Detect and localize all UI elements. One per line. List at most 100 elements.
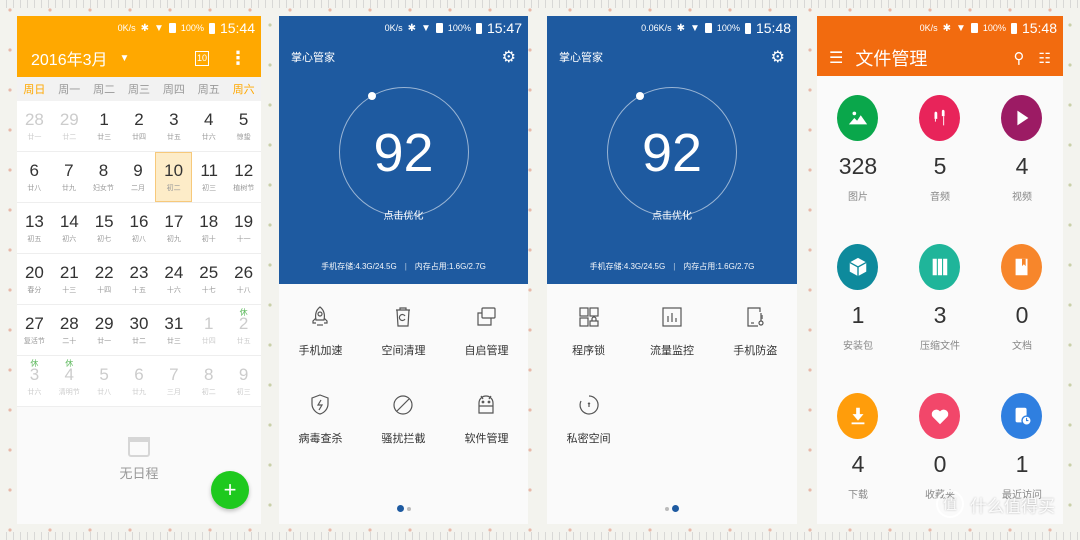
calendar-day[interactable]: 9 二月 [121,152,156,202]
page-dot[interactable] [406,506,411,511]
page-dot[interactable] [672,505,679,512]
calendar-day[interactable]: 休 4 清明节 [52,356,87,406]
calendar-day[interactable]: 17 初九 [156,203,191,253]
file-category-download[interactable]: 4 下载 [817,393,899,524]
calendar-day[interactable]: 11 初三 [192,152,227,202]
health-score[interactable]: 92 [279,126,528,180]
calendar-week-row: 6 廿八 7 廿九 8 妇女节 9 二月 10 初二 11 初三 12 植树节 [17,152,261,203]
calendar-day[interactable]: 1 廿三 [87,101,122,151]
chevron-down-icon[interactable]: ▼ [120,53,130,64]
calendar-day[interactable]: 31 廿三 [156,305,191,355]
calendar-day[interactable]: 24 十六 [156,254,191,304]
gear-icon[interactable]: ⚙ [771,47,785,67]
calendar-day[interactable]: 21 十三 [52,254,87,304]
lunar-date: 初九 [166,235,181,243]
calendar-day[interactable]: 5 廿八 [87,356,122,406]
calendar-day[interactable]: 休 3 廿六 [17,356,52,406]
calendar-day[interactable]: 28 廿一 [17,101,52,151]
stamp-border-top [0,0,1080,8]
file-category-document[interactable]: 0 文档 [981,244,1063,393]
gear-icon[interactable]: ⚙ [502,47,516,67]
health-score[interactable]: 92 [547,126,797,180]
calendar-day[interactable]: 8 妇女节 [86,152,121,202]
lunar-date: 廿四 [201,337,216,345]
lunar-date: 初三 [202,184,217,192]
tool-block[interactable]: 骚扰拦截 [362,386,445,474]
calendar-day[interactable]: 19 十一 [226,203,261,253]
calendar-day[interactable]: 27 复活节 [17,305,52,355]
calendar-day[interactable]: 16 初八 [122,203,157,253]
day-number: 15 [94,211,114,231]
calendar-day[interactable]: 6 廿八 [17,152,52,202]
calendar-day[interactable]: 30 廿二 [122,305,157,355]
sort-list-icon[interactable]: ☷ [1038,50,1051,67]
today-button[interactable]: 10 [195,50,209,66]
calendar-day-today[interactable]: 10 初二 [155,152,192,202]
calendar-day[interactable]: 25 十七 [191,254,226,304]
tool-antitheft[interactable]: 手机防盗 [714,298,797,386]
optimize-button[interactable]: 点击优化 [279,207,528,222]
page-dot[interactable] [396,505,404,512]
tool-shield[interactable]: 病毒查杀 [279,386,362,474]
calendar-day[interactable]: 8 初二 [191,356,226,406]
calendar-day[interactable]: 9 初三 [226,356,261,406]
calendar-day[interactable]: 6 廿九 [122,356,157,406]
sim-icon [168,23,176,33]
tool-trash[interactable]: 空间清理 [362,298,445,386]
calendar-day[interactable]: 3 廿五 [156,101,191,151]
search-icon[interactable]: ⚲ [1013,49,1024,67]
page-dot[interactable] [665,506,669,511]
month-selector[interactable]: 2016年3月 [31,46,108,70]
calendar-day[interactable]: 休 2 廿五 [226,305,261,355]
tool-label: 空间清理 [381,345,426,357]
add-event-button[interactable]: + [211,471,249,509]
phone-storage: 手机存储:4.3G/24.5G [589,262,666,271]
tool-rocket[interactable]: 手机加速 [279,298,362,386]
calendar-day[interactable]: 7 廿九 [52,152,87,202]
file-category-video[interactable]: 4 视频 [981,95,1063,244]
calendar-day[interactable]: 18 初十 [191,203,226,253]
optimize-button[interactable]: 点击优化 [547,207,797,222]
file-category-package[interactable]: 1 安装包 [817,244,899,393]
calendar-day[interactable]: 29 廿一 [87,305,122,355]
calendar-day[interactable]: 28 二十 [52,305,87,355]
day-number: 8 [203,364,214,384]
calendar-day[interactable]: 22 十四 [87,254,122,304]
tool-android[interactable]: 软件管理 [445,386,528,474]
calendar-day[interactable]: 5 惊蛰 [226,101,261,151]
memory-usage: 内存占用:1.6G/2.7G [683,262,755,271]
menu-icon[interactable]: ☰ [829,48,843,68]
tool-applock[interactable]: 程序锁 [547,298,630,386]
tool-label: 病毒查杀 [298,433,343,445]
lunar-date: 十一 [236,235,251,243]
calendar-day[interactable]: 13 初五 [17,203,52,253]
day-number: 31 [164,313,184,333]
calendar-day[interactable]: 23 十五 [122,254,157,304]
network-speed: 0K/s [919,23,938,33]
calendar-day[interactable]: 26 十八 [226,254,261,304]
calendar-day[interactable]: 7 三月 [156,356,191,406]
day-number: 8 [98,160,109,180]
calendar-week-row: 20 春分 21 十三 22 十四 23 十五 24 十六 25 十七 26 十八 [17,254,261,305]
calendar-day[interactable]: 20 春分 [17,254,52,304]
lunar-date: 廿二 [132,337,146,345]
calendar-day[interactable]: 12 植树节 [226,152,261,202]
lunar-date: 复活节 [23,337,45,345]
calendar-day[interactable]: 14 初六 [52,203,87,253]
more-options-icon[interactable]: ⋮ [229,48,247,69]
calendar-day[interactable]: 15 初七 [87,203,122,253]
file-category-music[interactable]: 5 音频 [899,95,981,244]
file-category-archive[interactable]: 3 压缩文件 [899,244,981,393]
tool-windows[interactable]: 自启管理 [445,298,528,386]
lunar-date: 廿一 [97,337,112,345]
calendar-day[interactable]: 1 廿四 [191,305,226,355]
calendar-day[interactable]: 4 廿六 [191,101,226,151]
tool-private[interactable]: 私密空间 [547,386,630,474]
day-number: 19 [234,211,254,231]
tool-traffic[interactable]: 流量监控 [630,298,713,386]
file-category-image[interactable]: 328 图片 [817,95,899,244]
tool-label: 骚扰拦截 [381,433,426,445]
calendar-day[interactable]: 29 廿二 [52,101,87,151]
lunar-date: 廿六 [27,388,42,396]
calendar-day[interactable]: 2 廿四 [122,101,157,151]
